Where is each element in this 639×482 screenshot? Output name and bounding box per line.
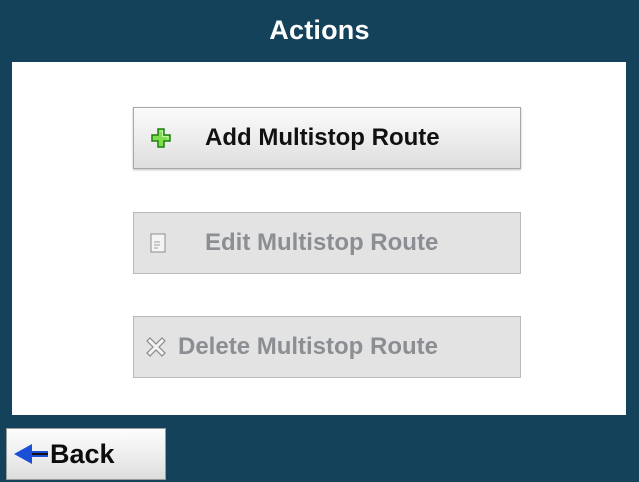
- actions-screen: Actions Add Multistop Route Edit Multist…: [0, 0, 639, 482]
- back-button[interactable]: Back: [6, 428, 166, 480]
- back-label: Back: [50, 438, 115, 469]
- add-multistop-route-button[interactable]: Add Multistop Route: [133, 107, 521, 169]
- document-icon: [146, 231, 170, 255]
- plus-icon: [149, 126, 173, 150]
- actions-panel: Add Multistop Route Edit Multistop Route…: [12, 62, 626, 415]
- edit-multistop-route-button[interactable]: Edit Multistop Route: [133, 212, 521, 274]
- page-title: Actions: [269, 15, 370, 45]
- left-arrow-icon: [12, 441, 50, 467]
- delete-multistop-route-label: Delete Multistop Route: [178, 333, 439, 360]
- delete-x-icon: [144, 335, 168, 359]
- add-multistop-route-label: Add Multistop Route: [205, 124, 440, 151]
- delete-multistop-route-button[interactable]: Delete Multistop Route: [133, 316, 521, 378]
- edit-multistop-route-label: Edit Multistop Route: [205, 229, 439, 256]
